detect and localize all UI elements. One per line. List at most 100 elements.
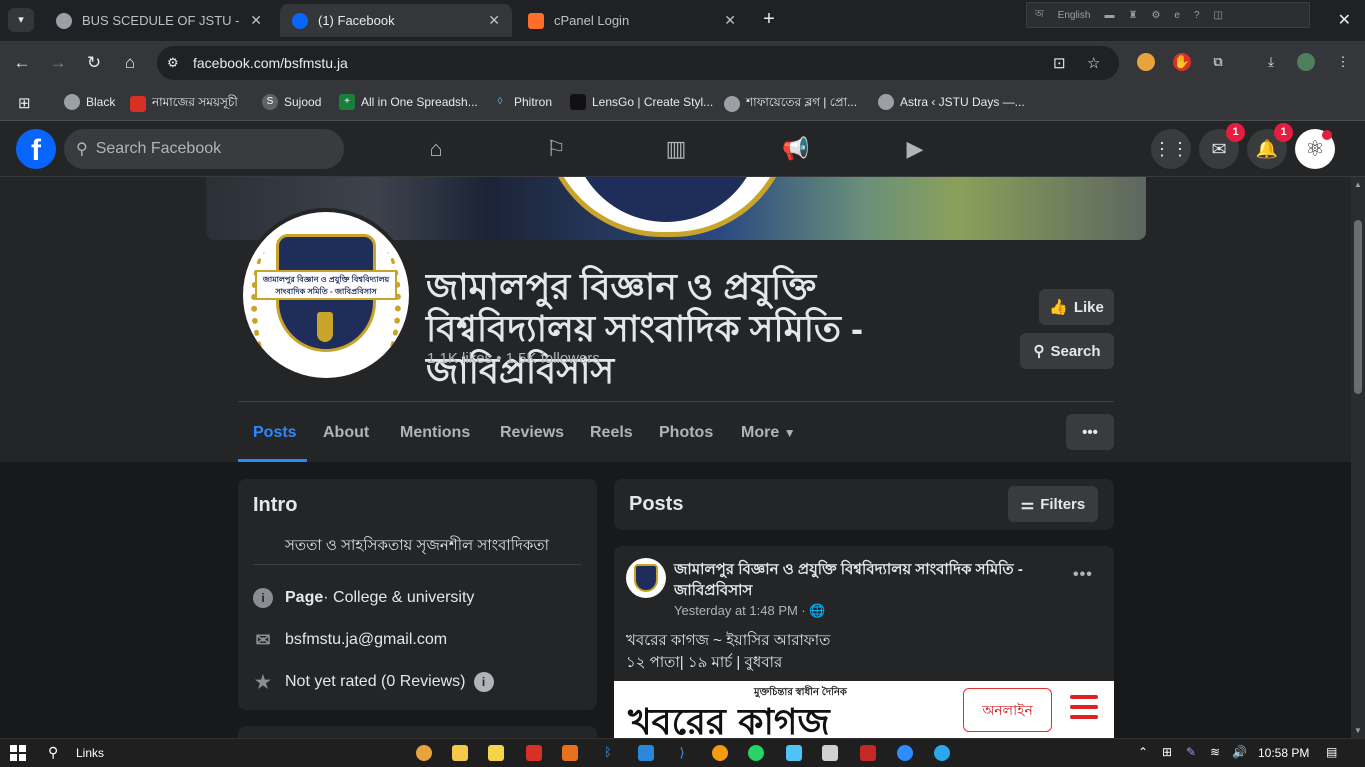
wifi-icon[interactable]: ≋ [1210,745,1220,759]
url-text[interactable]: facebook.com/bsfmstu.ja [193,55,348,71]
video-icon[interactable]: ▶ [901,135,929,163]
back-arrow-icon[interactable]: ← [12,53,32,73]
insights-chart-icon[interactable]: ▥ [662,135,690,163]
downloads-icon[interactable]: ⤓ [1262,53,1280,71]
extension-orange-icon[interactable] [1137,53,1155,71]
home-icon[interactable]: ⌂ [422,135,450,163]
settings-icon[interactable]: ⚙ [1151,10,1160,21]
extensions-puzzle-icon[interactable]: ⧉ [1209,53,1227,71]
links-toolbar-label[interactable]: Links [76,746,104,760]
anydesk-icon[interactable] [860,745,876,761]
chess-icon[interactable]: ♜ [1128,10,1137,21]
bookmark-item[interactable]: S Sujood [262,94,321,110]
bluetooth-icon[interactable]: ᛒ [600,745,616,761]
messenger-button[interactable]: ✉ 1 [1199,123,1245,169]
powerpoint-icon[interactable] [562,745,578,761]
post-timestamp[interactable]: Yesterday at 1:48 PM · 🌐 [674,603,826,619]
tab-about[interactable]: About [323,424,369,442]
bookmark-item[interactable]: + All in One Spreadsh... [339,94,478,110]
category-text[interactable]: · College & university [323,589,474,607]
bookmark-item[interactable]: শাফায়েতের ব্লগ | প্রো... [724,94,857,114]
profile-avatar-icon[interactable] [1297,53,1315,71]
typing-app-icon[interactable] [638,745,654,761]
keyboard-icon[interactable]: অ [1035,7,1044,24]
email-link[interactable]: bsfmstu.ja@gmail.com [285,631,447,649]
page-stats[interactable]: 1.1K likes • 1.5K followers [427,350,600,367]
volume-icon[interactable]: 🔊 [1232,745,1247,759]
sticky-notes-icon[interactable] [488,745,504,761]
bookmark-item[interactable]: LensGo | Create Styl... [570,94,713,110]
file-explorer-icon[interactable] [452,745,468,761]
facebook-logo-icon[interactable]: f [16,129,56,169]
media-app-icon[interactable] [822,745,838,761]
window-close-icon[interactable]: ✕ [1338,10,1351,30]
tab-reviews[interactable]: Reviews [500,424,564,442]
zoom-icon[interactable] [897,745,913,761]
snipping-tool-icon[interactable] [786,745,802,761]
scroll-down-arrow-icon[interactable]: ▼ [1354,726,1362,735]
scroll-up-arrow-icon[interactable]: ▲ [1354,180,1362,189]
adblock-hand-icon[interactable]: ✋ [1173,53,1191,71]
bookmark-item[interactable]: নামাজের সময়সূচী [130,94,238,114]
install-app-icon[interactable]: ⊡ [1053,54,1066,72]
facebook-search-box[interactable]: ⚲ [64,129,344,169]
post-author-avatar[interactable] [626,558,666,598]
tab-close-icon[interactable]: ✕ [488,12,500,29]
new-tab-button[interactable]: + [758,8,780,32]
tab-photos[interactable]: Photos [659,424,713,442]
page-search-button[interactable]: ⚲ Search [1020,333,1114,369]
page-profile-picture[interactable]: জামালপুর বিজ্ঞান ও প্রযুক্তি বিশ্ববিদ্যা… [243,212,409,378]
browser-tab[interactable]: cPanel Login ✕ [516,4,748,37]
browser-tab[interactable]: BUS SCEDULE OF JSTU - Love M ✕ [44,4,274,37]
windows-start-icon[interactable] [10,745,26,761]
info-icon[interactable]: i [473,672,494,692]
tab-mentions[interactable]: Mentions [400,424,470,442]
reload-icon[interactable]: ↻ [84,53,104,73]
taskbar-clock[interactable]: 10:58 PM [1258,746,1309,760]
pages-flag-icon[interactable]: ⚐ [542,135,570,163]
whatsapp-icon[interactable] [748,745,764,761]
browser-tab-active[interactable]: (1) Facebook ✕ [280,4,512,37]
post-options-icon[interactable]: ••• [1073,566,1093,584]
like-button[interactable]: 👍 Like [1039,289,1114,325]
menu-grid-button[interactable]: ⋮⋮ [1151,129,1191,169]
chrome-icon[interactable] [416,745,432,761]
filters-button[interactable]: ⚌ Filters [1008,486,1098,522]
bookmark-item[interactable]: Black [64,94,115,110]
site-info-icon[interactable]: ⚙ [167,55,179,71]
notification-center-icon[interactable]: ▤ [1326,745,1337,759]
tab-close-icon[interactable]: ✕ [250,12,262,29]
tab-posts[interactable]: Posts [253,424,297,442]
bookmark-item[interactable]: ◊ Phitron [492,94,552,110]
forward-arrow-icon[interactable]: → [48,53,68,73]
page-options-button[interactable]: ••• [1066,414,1114,450]
kebab-menu-icon[interactable]: ⋮ [1334,53,1352,71]
recorder-icon[interactable] [712,745,728,761]
pdf-reader-icon[interactable] [526,745,542,761]
ie-icon[interactable]: e [1174,10,1180,21]
pen-tool-icon[interactable]: ✎ [1186,745,1196,759]
bookmark-star-icon[interactable]: ☆ [1087,54,1100,72]
apps-grid-icon[interactable]: ⊞ [18,94,31,112]
post-image[interactable]: মুক্তচিন্তার স্বাধীন দৈনিক খবরের কাগজ অন… [614,681,1114,738]
home-icon[interactable]: ⌂ [120,53,140,73]
language-label[interactable]: English [1058,10,1091,21]
help-icon[interactable]: ? [1194,10,1200,21]
vscode-icon[interactable]: ⟩ [674,745,690,761]
telegram-icon[interactable] [934,745,950,761]
address-bar[interactable]: ⚙ facebook.com/bsfmstu.ja ⊡ ☆ [157,46,1119,80]
notifications-button[interactable]: 🔔 1 [1247,123,1293,169]
post-author-name[interactable]: জামালপুর বিজ্ঞান ও প্রযুক্তি বিশ্ববিদ্যা… [674,559,1044,601]
tab-reels[interactable]: Reels [590,424,633,442]
tab-search-chevron-icon[interactable]: ▾ [8,8,34,32]
restore-icon[interactable]: ◫ [1214,10,1223,21]
facebook-search-input[interactable] [95,140,316,158]
hat-icon[interactable]: ▬ [1104,10,1114,21]
taskbar-search-icon[interactable]: ⚲ [48,744,58,761]
bookmark-item[interactable]: Astra ‹ JSTU Days —... [878,94,1025,110]
tab-close-icon[interactable]: ✕ [724,12,736,29]
tray-chevron-up-icon[interactable]: ⌃ [1138,745,1148,759]
scrollbar-thumb[interactable] [1354,220,1362,394]
windows-security-icon[interactable]: ⊞ [1162,745,1172,759]
tab-more[interactable]: More ▼ [741,424,796,442]
